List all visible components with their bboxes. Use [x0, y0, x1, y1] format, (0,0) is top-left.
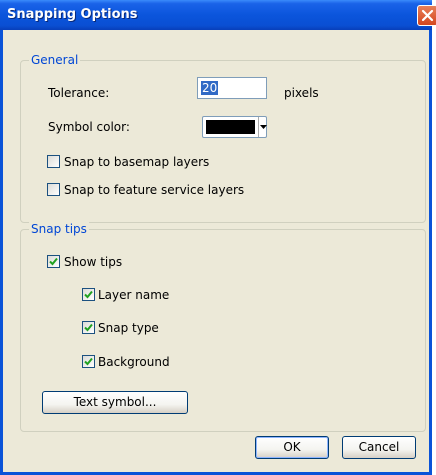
title-bar[interactable]: Snapping Options — [0, 0, 436, 30]
general-legend: General — [29, 53, 81, 67]
symbol-color-picker[interactable] — [202, 116, 267, 138]
symbol-color-label: Symbol color: — [48, 120, 130, 134]
check-icon — [84, 357, 93, 366]
background-checkbox[interactable] — [82, 355, 95, 368]
snap-feature-label[interactable]: Snap to feature service layers — [64, 183, 244, 197]
check-icon — [84, 290, 93, 299]
color-dropdown-arrow[interactable] — [258, 117, 267, 137]
snap-type-checkbox[interactable] — [82, 321, 95, 334]
snap-feature-checkbox[interactable] — [47, 183, 60, 196]
check-icon — [49, 257, 58, 266]
ok-button[interactable]: OK — [255, 436, 329, 459]
chevron-down-icon — [260, 125, 267, 129]
cancel-button[interactable]: Cancel — [342, 436, 416, 459]
snap-basemap-checkbox[interactable] — [47, 155, 60, 168]
show-tips-label[interactable]: Show tips — [64, 255, 122, 269]
tolerance-label: Tolerance: — [48, 86, 110, 100]
color-swatch — [206, 120, 255, 134]
dialog-title: Snapping Options — [7, 7, 138, 22]
layer-name-label[interactable]: Layer name — [98, 288, 169, 302]
check-icon — [84, 323, 93, 332]
snap-type-label[interactable]: Snap type — [98, 321, 159, 335]
tolerance-value: 20 — [201, 81, 219, 95]
close-icon — [421, 9, 434, 22]
tolerance-unit: pixels — [284, 86, 319, 100]
show-tips-checkbox[interactable] — [47, 255, 60, 268]
snap-basemap-label[interactable]: Snap to basemap layers — [64, 155, 209, 169]
tolerance-input[interactable]: 20 — [197, 77, 267, 99]
dialog-body: General Tolerance: 20 pixels Symbol colo… — [3, 30, 429, 472]
snapping-options-dialog: Snapping Options General Tolerance: 20 p… — [0, 0, 436, 475]
close-button[interactable] — [417, 5, 436, 26]
text-symbol-button[interactable]: Text symbol... — [42, 391, 188, 414]
background-label[interactable]: Background — [98, 355, 170, 369]
snap-tips-legend: Snap tips — [29, 222, 89, 236]
layer-name-checkbox[interactable] — [82, 288, 95, 301]
